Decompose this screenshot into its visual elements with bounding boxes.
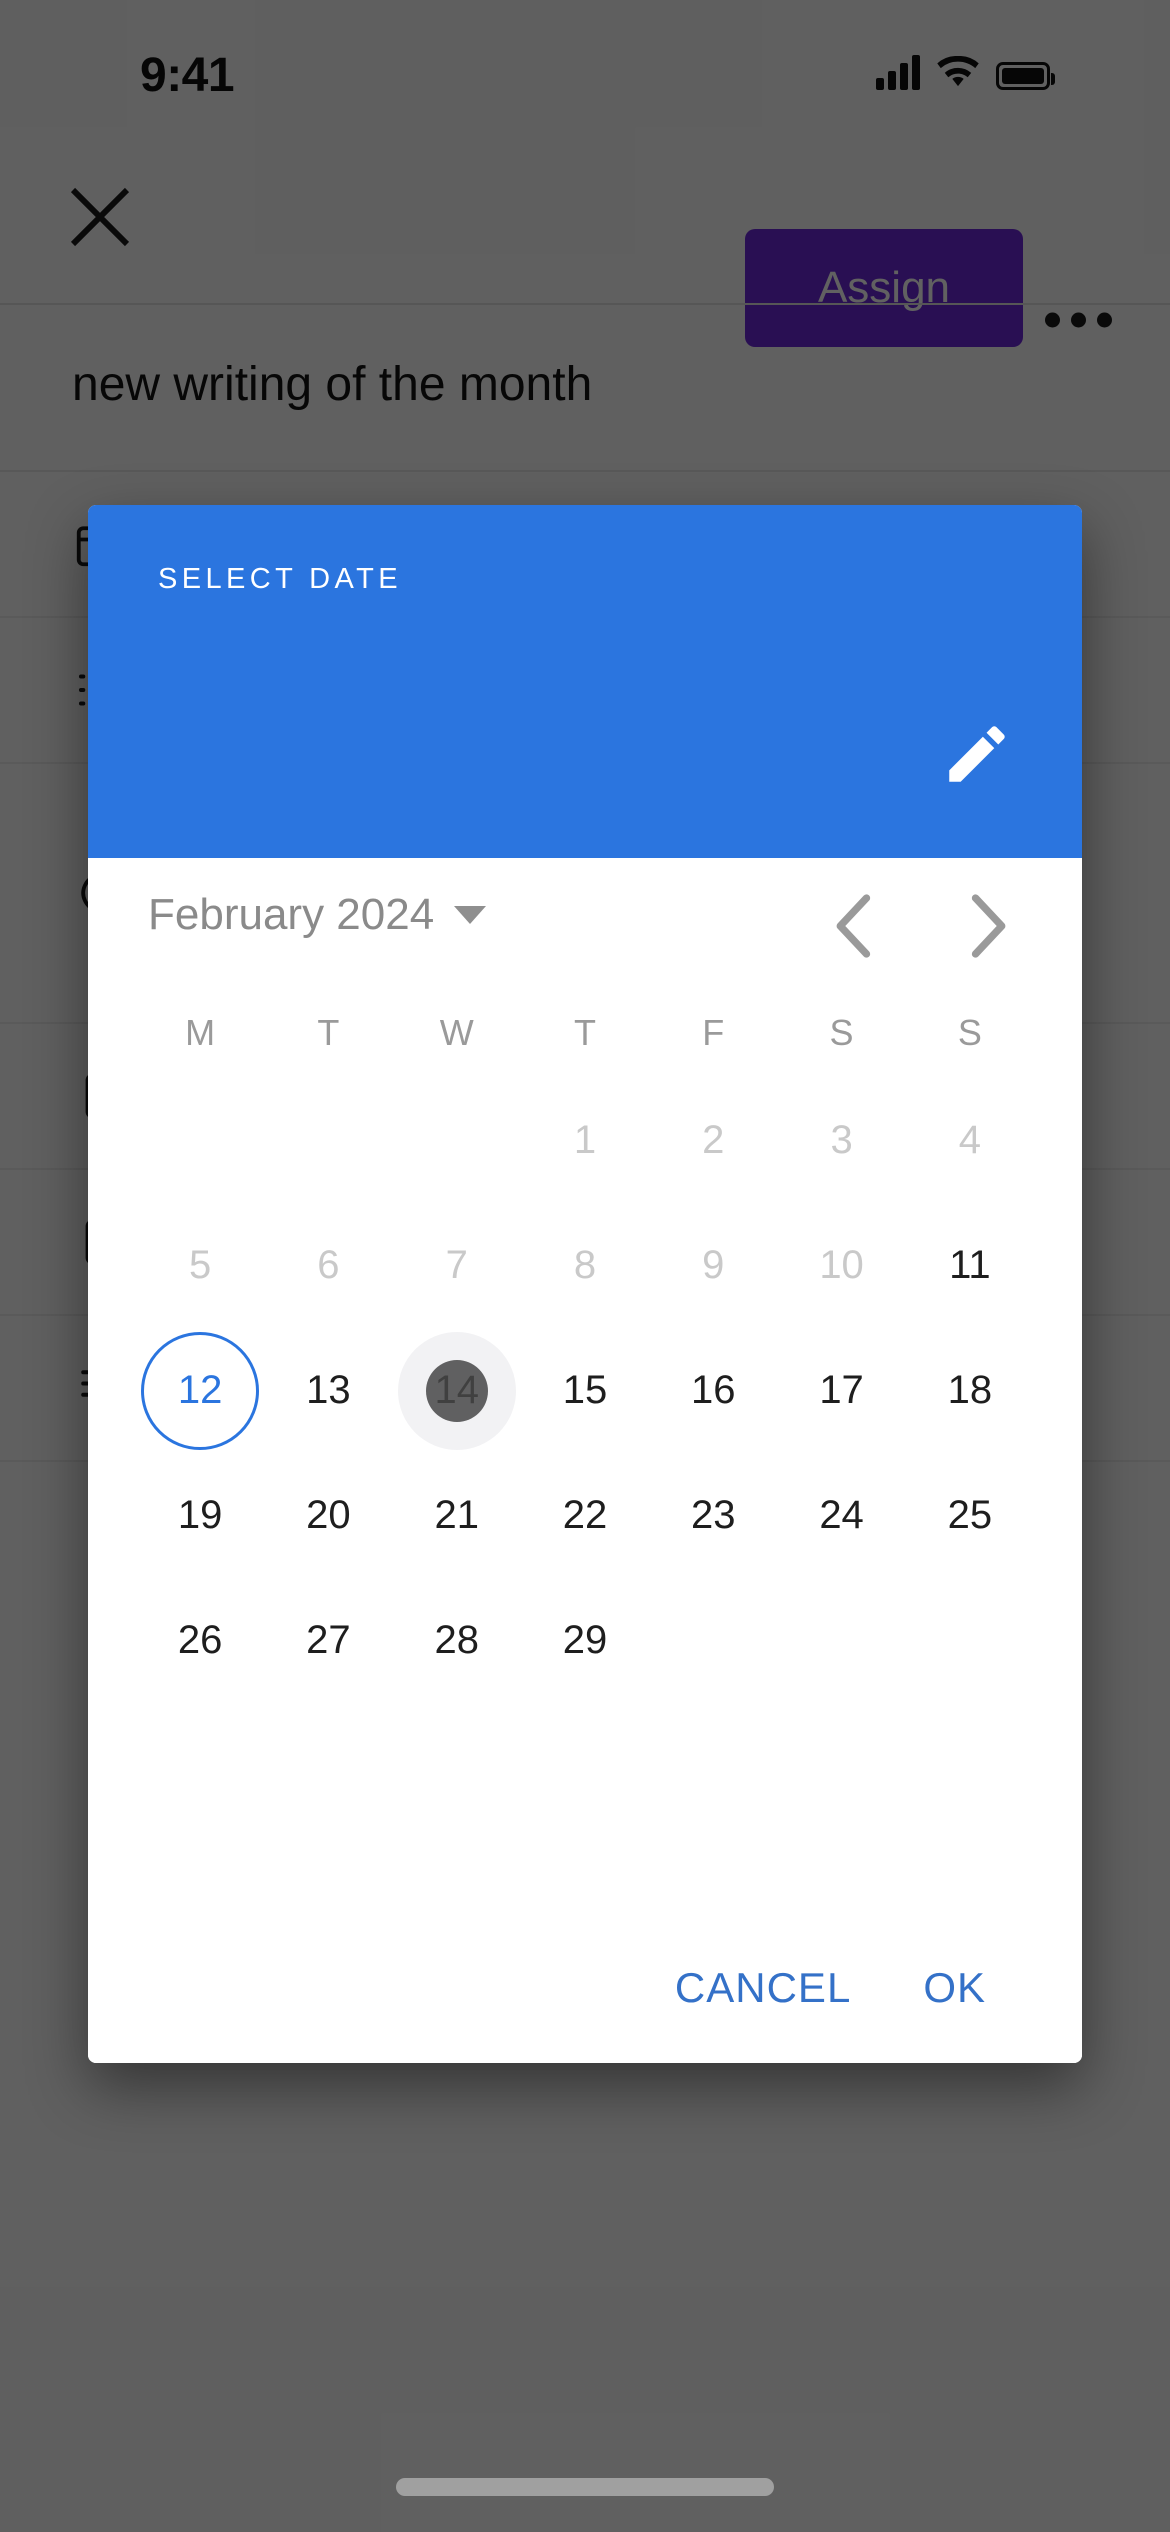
- calendar-day-label: 23: [691, 1493, 736, 1537]
- calendar-day-14[interactable]: 14: [393, 1328, 521, 1453]
- calendar-day-1: 1: [521, 1078, 649, 1203]
- weekday-label: T: [573, 1012, 596, 1053]
- calendar-week-row: 5 6 7 8 9 10 11: [136, 1203, 1034, 1328]
- calendar-day-label: 1: [573, 1118, 597, 1162]
- calendar-day-label: 4: [958, 1118, 981, 1162]
- chevron-left-icon[interactable]: [814, 884, 898, 968]
- calendar-day-label: 28: [434, 1618, 479, 1662]
- touch-indicator: [425, 1359, 488, 1422]
- calendar-day-empty: [649, 1578, 777, 1703]
- calendar-day-label: 9: [702, 1243, 725, 1287]
- calendar-week-row: 12 13 14 15 16 17 18: [136, 1328, 1034, 1453]
- calendar-day-21[interactable]: 21: [393, 1453, 521, 1578]
- calendar-day-23[interactable]: 23: [649, 1453, 777, 1578]
- edit-pencil-icon[interactable]: [940, 717, 1014, 791]
- calendar-day-27[interactable]: 27: [264, 1578, 392, 1703]
- calendar-day-label: 16: [691, 1368, 736, 1412]
- weekday-header-row: MTWTFSS: [136, 988, 1034, 1078]
- calendar-grid: MTWTFSS 12345678910111213141516171819202…: [136, 988, 1034, 1703]
- calendar-day-label: 12: [177, 1368, 223, 1412]
- calendar-week-row: 19 20 21 22 23 24 25: [136, 1453, 1034, 1578]
- calendar-day-label: 29: [562, 1618, 608, 1662]
- calendar-day-19[interactable]: 19: [136, 1453, 264, 1578]
- calendar-day-label: 17: [819, 1368, 864, 1412]
- calendar-day-18[interactable]: 18: [906, 1328, 1034, 1453]
- calendar-day-13[interactable]: 13: [264, 1328, 392, 1453]
- calendar-day-label: 15: [562, 1368, 608, 1412]
- calendar-day-3: 3: [777, 1078, 905, 1203]
- weekday-label: W: [439, 1012, 474, 1053]
- calendar-day-28[interactable]: 28: [393, 1578, 521, 1703]
- calendar-day-label: 25: [947, 1493, 993, 1537]
- calendar-day-label: 26: [177, 1618, 223, 1662]
- calendar-day-label: 10: [819, 1243, 864, 1287]
- date-picker-dialog: SELECT DATE February 2024 MTWTFSS 123456…: [88, 505, 1082, 2063]
- calendar-day-22[interactable]: 22: [521, 1453, 649, 1578]
- calendar-day-label: 19: [177, 1493, 223, 1537]
- weekday-label: F: [702, 1012, 725, 1053]
- date-picker-body: February 2024 MTWTFSS 1 2 3 4 5 6 7 8 9 10 11 12 13 1…: [88, 858, 1082, 2063]
- weekday-label: M: [185, 1012, 216, 1053]
- calendar-day-8: 8: [521, 1203, 649, 1328]
- cancel-button[interactable]: CANCEL: [675, 1964, 851, 2012]
- calendar-day-6: 6: [264, 1203, 392, 1328]
- calendar-day-label: 7: [445, 1243, 468, 1287]
- calendar-day-17[interactable]: 17: [777, 1328, 905, 1453]
- calendar-day-label: 3: [830, 1118, 853, 1162]
- chevron-right-icon[interactable]: [944, 884, 1028, 968]
- calendar-day-16[interactable]: 16: [649, 1328, 777, 1453]
- calendar-day-label: 22: [562, 1493, 608, 1537]
- calendar-day-25[interactable]: 25: [906, 1453, 1034, 1578]
- dialog-actions: CANCEL OK: [88, 1913, 1082, 2063]
- weekday-label: S: [957, 1012, 982, 1053]
- calendar-week-rows: 1234567891011121314151617181920212223242…: [136, 1078, 1034, 1703]
- calendar-day-label: 20: [306, 1493, 351, 1537]
- calendar-day-label: 2: [702, 1118, 725, 1162]
- calendar-day-label: 21: [434, 1493, 479, 1537]
- calendar-week-row: 26 27 28 29: [136, 1578, 1034, 1703]
- calendar-week-row: 1 2 3 4: [136, 1078, 1034, 1203]
- weekday-label: S: [829, 1012, 854, 1053]
- calendar-day-2: 2: [649, 1078, 777, 1203]
- weekday-label: T: [317, 1012, 340, 1053]
- calendar-day-label: 5: [189, 1243, 212, 1287]
- calendar-day-label: 27: [306, 1618, 351, 1662]
- calendar-day-label: 24: [819, 1493, 864, 1537]
- calendar-day-26[interactable]: 26: [136, 1578, 264, 1703]
- calendar-day-label: 18: [947, 1368, 993, 1412]
- calendar-day-11[interactable]: 11: [906, 1203, 1034, 1328]
- month-year-label: February 2024: [148, 890, 435, 939]
- calendar-day-24[interactable]: 24: [777, 1453, 905, 1578]
- calendar-day-label: 8: [573, 1243, 597, 1287]
- calendar-day-empty: [136, 1078, 264, 1203]
- calendar-day-7: 7: [393, 1203, 521, 1328]
- date-picker-title: SELECT DATE: [158, 563, 402, 595]
- date-picker-header: SELECT DATE: [88, 505, 1082, 858]
- calendar-day-10: 10: [777, 1203, 905, 1328]
- calendar-day-15[interactable]: 15: [521, 1328, 649, 1453]
- calendar-day-label: 11: [949, 1243, 991, 1287]
- calendar-day-20[interactable]: 20: [264, 1453, 392, 1578]
- calendar-day-4: 4: [906, 1078, 1034, 1203]
- calendar-day-empty: [777, 1578, 905, 1703]
- calendar-day-9: 9: [649, 1203, 777, 1328]
- chevron-down-icon: [454, 906, 487, 924]
- calendar-day-label: 13: [306, 1368, 351, 1412]
- calendar-day-5: 5: [136, 1203, 264, 1328]
- calendar-day-empty: [906, 1578, 1034, 1703]
- calendar-day-label: 6: [317, 1243, 340, 1287]
- calendar-day-empty: [393, 1078, 521, 1203]
- calendar-day-12[interactable]: 12: [136, 1328, 264, 1453]
- month-year-selector[interactable]: February 2024: [148, 890, 487, 940]
- ok-button[interactable]: OK: [923, 1964, 986, 2012]
- calendar-day-29[interactable]: 29: [521, 1578, 649, 1703]
- month-navigation: February 2024: [88, 858, 1082, 978]
- home-indicator: [396, 2478, 774, 2496]
- calendar-day-empty: [264, 1078, 392, 1203]
